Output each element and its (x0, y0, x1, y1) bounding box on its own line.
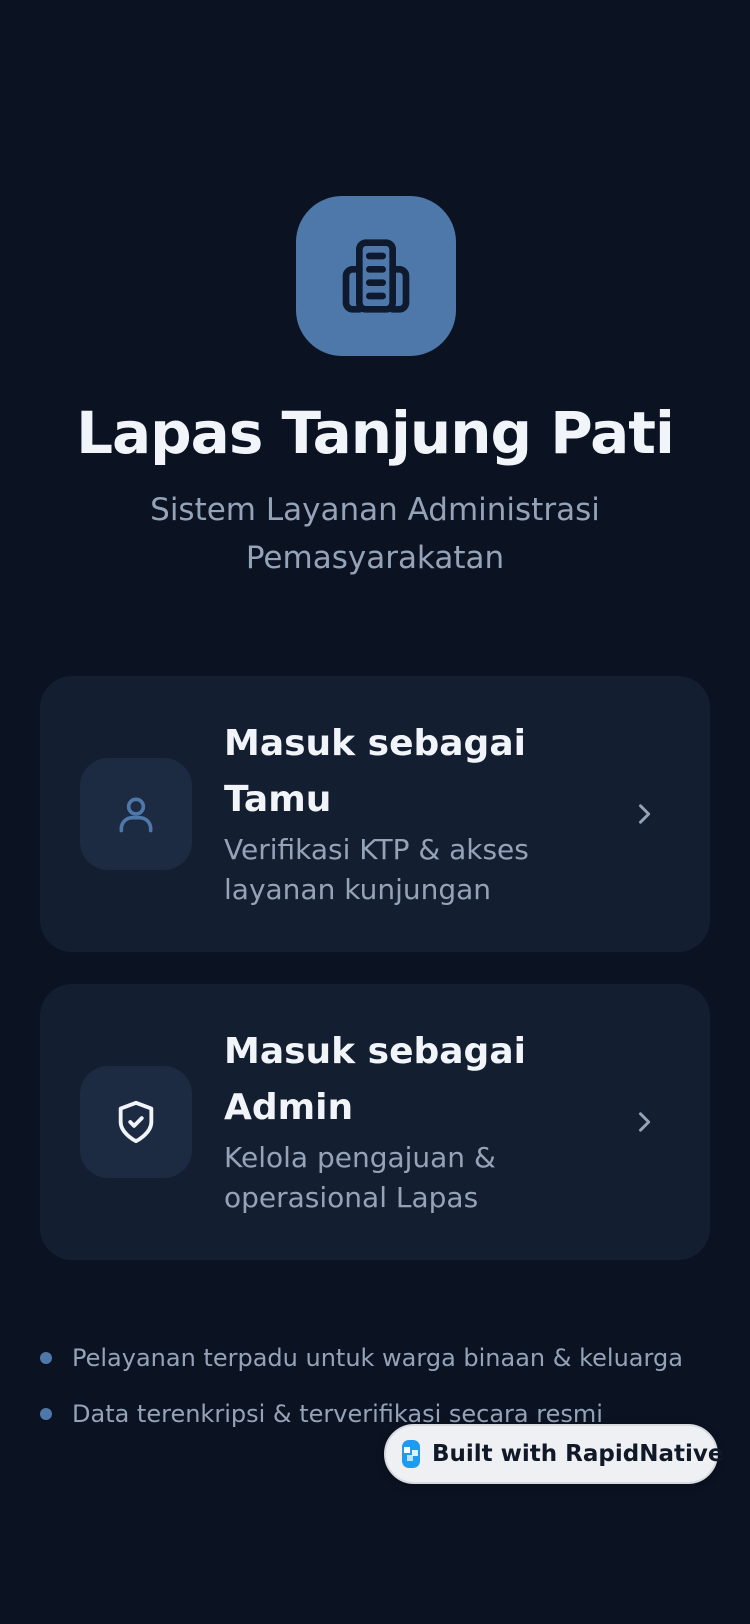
bullet-dot (40, 1352, 52, 1364)
list-item: Pelayanan terpadu untuk warga binaan & k… (40, 1330, 720, 1386)
badge-label: Built with RapidNative (432, 1441, 724, 1467)
guest-card-description: Verifikasi KTP & akses layanan kunjungan (224, 833, 529, 906)
admin-card-description: Kelola pengajuan & operasional Lapas (224, 1141, 496, 1214)
guest-icon-box (80, 758, 192, 870)
user-icon (119, 797, 153, 833)
admin-login-card[interactable]: Masuk sebagai Admin Kelola pengajuan & o… (40, 984, 710, 1260)
feature-text: Pelayanan terpadu untuk warga binaan & k… (72, 1344, 683, 1372)
chevron-right-icon (624, 794, 664, 834)
admin-icon-box (80, 1066, 192, 1178)
chevron-right-icon (624, 1102, 664, 1142)
rapidnative-logo-icon (402, 1440, 420, 1468)
guest-login-card[interactable]: Masuk sebagai Tamu Verifikasi KTP & akse… (40, 676, 710, 952)
page-subtitle: Sistem Layanan Administrasi Pemasyarakat… (150, 492, 600, 576)
built-with-badge[interactable]: Built with RapidNative (384, 1424, 723, 1484)
bullet-dot (40, 1408, 52, 1420)
page-title: Lapas Tanjung Pati (76, 399, 675, 467)
shield-check-icon (118, 1100, 154, 1144)
app-logo (296, 196, 456, 356)
admin-card-title: Masuk sebagai Admin (224, 1031, 526, 1128)
building-icon (342, 239, 410, 313)
guest-card-title: Masuk sebagai Tamu (224, 723, 526, 820)
